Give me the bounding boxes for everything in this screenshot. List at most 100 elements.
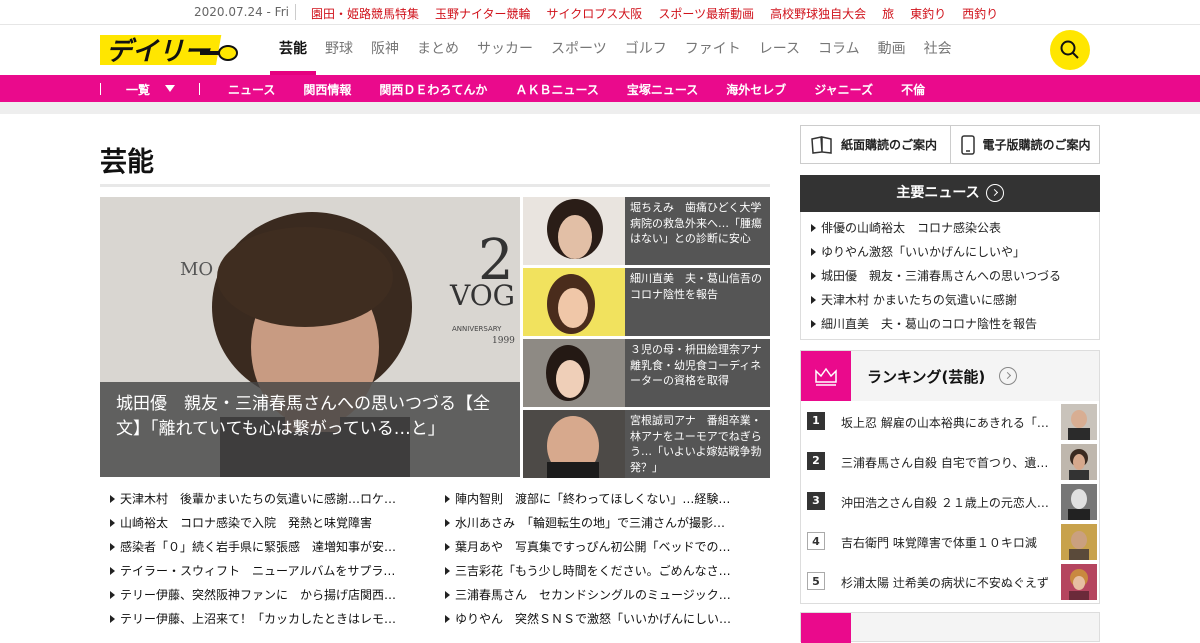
- ranking-header[interactable]: ランキング(芸能): [801, 351, 1099, 401]
- list-item[interactable]: 城田優 親友・三浦春馬さんへの思いつづる: [811, 264, 1099, 288]
- nav-item-sports[interactable]: スポーツ: [542, 25, 616, 75]
- list-item[interactable]: ゆりやん激怒「いいかげんにしいや」: [811, 240, 1099, 264]
- top-link[interactable]: サイクロプス大阪: [547, 5, 643, 22]
- rank-title: 坂上忍 解雇の山本裕典にあきれる「…: [841, 416, 1049, 430]
- subnav-link[interactable]: ＡＫＢニュース: [515, 81, 598, 98]
- hero-article[interactable]: 2 MO VOG ANNIVERSARY 1999 城田優 親友・三浦春馬さんへ…: [100, 197, 520, 477]
- list-item[interactable]: ゆりやん 突然ＳＮＳで激怒「いいかげんにしい…: [445, 607, 760, 631]
- rank-thumbnail: [1061, 444, 1097, 480]
- subnav-link[interactable]: ジャニーズ: [814, 81, 873, 98]
- article-thumbnail: [523, 410, 625, 478]
- nav-item-fight[interactable]: ファイト: [676, 25, 750, 75]
- main-nav: 芸能 野球 阪神 まとめ サッカー スポーツ ゴルフ ファイト レース コラム …: [270, 25, 961, 75]
- article-thumbnail: [523, 268, 625, 336]
- top-utility-bar: 2020.07.24 - Fri 園田・姫路競馬特集 玉野ナイター競輪 サイクロ…: [0, 0, 1200, 25]
- svg-text:1999: 1999: [492, 336, 515, 346]
- side-article-card[interactable]: 宮根誠司アナ 番組卒業・林アナをユーモアでねぎらう…「いよいよ嫁姑戦争勃発？」: [523, 410, 770, 478]
- chevron-right-icon[interactable]: [999, 367, 1017, 385]
- list-item[interactable]: 細川直美 夫・葛山のコロナ陰性を報告: [811, 312, 1099, 336]
- top-link[interactable]: 旅: [882, 5, 894, 22]
- list-item[interactable]: テイラー・スウィフト ニューアルバムをサプラ…: [110, 559, 420, 583]
- subnav-link[interactable]: 不倫: [901, 81, 925, 98]
- nav-item-matome[interactable]: まとめ: [408, 25, 468, 75]
- ranking-item[interactable]: 2 三浦春馬さん自殺 自宅で首つり、遺…: [806, 444, 1098, 480]
- list-item[interactable]: 水川あさみ 「輪廻転生の地」で三浦さんが撮影…: [445, 511, 760, 535]
- nav-item-society[interactable]: 社会: [915, 25, 961, 75]
- major-news-header[interactable]: 主要ニュース: [800, 175, 1100, 212]
- list-item[interactable]: 葉月あや 写真集ですっぴん初公開「ベッドでの…: [445, 535, 760, 559]
- list-item[interactable]: 天津木村 かまいたちの気遣いに感謝: [811, 288, 1099, 312]
- top-link[interactable]: 玉野ナイター競輪: [435, 5, 531, 22]
- top-link[interactable]: 園田・姫路競馬特集: [311, 5, 419, 22]
- rank-number: 3: [807, 492, 825, 510]
- top-link[interactable]: 東釣り: [910, 5, 946, 22]
- ranking-item[interactable]: 1 坂上忍 解雇の山本裕典にあきれる「…: [806, 404, 1098, 440]
- list-dropdown[interactable]: 一覧: [126, 81, 150, 98]
- side-article-card[interactable]: 堀ちえみ 歯痛ひどく大学病院の救急外来へ…「腫瘍はない」との診断に安心: [523, 197, 770, 265]
- article-thumbnail: [523, 339, 625, 407]
- nav-item-video[interactable]: 動画: [869, 25, 915, 75]
- list-item[interactable]: 山崎裕太 コロナ感染で入院 発熱と味覚障害: [110, 511, 420, 535]
- top-link[interactable]: 高校野球独自大会: [770, 5, 866, 22]
- divider: [100, 83, 101, 95]
- page-title: 芸能: [100, 147, 154, 178]
- date-label: 2020.07.24 - Fri: [194, 5, 289, 19]
- list-item[interactable]: 天津木村 後輩かまいたちの気遣いに感謝…ロケ…: [110, 487, 420, 511]
- paper-subscribe-button[interactable]: 紙面購読のご案内: [801, 126, 951, 163]
- svg-text:ANNIVERSARY: ANNIVERSARY: [452, 325, 502, 333]
- rank-title: 沖田浩之さん自殺 ２１歳上の元恋人…: [841, 496, 1049, 510]
- nav-item-soccer[interactable]: サッカー: [468, 25, 542, 75]
- rank-number: 2: [807, 452, 825, 470]
- top-link[interactable]: スポーツ最新動画: [658, 5, 754, 22]
- chevron-down-icon[interactable]: [165, 85, 175, 92]
- nav-item-column[interactable]: コラム: [809, 25, 869, 75]
- hero-caption[interactable]: 城田優 親友・三浦春馬さんへの思いつづる【全文】「離れていても心は繋がっている……: [100, 382, 520, 477]
- logo-text: デイリー: [106, 37, 211, 67]
- rank-number: 1: [807, 412, 825, 430]
- ranking-item[interactable]: 4 吉右衛門 味覚障害で体重１０キロ減: [806, 524, 1098, 560]
- subnav-link[interactable]: 宝塚ニュース: [627, 81, 698, 98]
- site-header: デイリー 芸能 野球 阪神 まとめ サッカー スポーツ ゴルフ ファイト レース…: [0, 25, 1200, 75]
- subnav-link[interactable]: 関西情報: [303, 81, 351, 98]
- rank-thumbnail: [1061, 484, 1097, 520]
- ranking-item[interactable]: 3 沖田浩之さん自殺 ２１歳上の元恋人…: [806, 484, 1098, 520]
- nav-item-golf[interactable]: ゴルフ: [616, 25, 676, 75]
- ranking-item[interactable]: 5 杉浦太陽 辻希美の病状に不安ぬぐえず: [806, 564, 1098, 600]
- svg-text:VOG: VOG: [449, 279, 515, 312]
- nav-item-hanshin[interactable]: 阪神: [362, 25, 408, 75]
- next-panel-header: [800, 612, 1100, 643]
- nav-item-baseball[interactable]: 野球: [316, 25, 362, 75]
- side-article-title: 細川直美 夫・葛山信吾のコロナ陰性を報告: [630, 272, 762, 301]
- list-item[interactable]: テリー伊藤、突然阪神ファンに から揚げ店関西…: [110, 583, 420, 607]
- digital-subscribe-button[interactable]: 電子版購読のご案内: [951, 126, 1100, 163]
- ranking-panel: ランキング(芸能) 1 坂上忍 解雇の山本裕典にあきれる「… 2 三浦春馬さん自…: [800, 350, 1100, 604]
- smartphone-icon: [960, 134, 975, 155]
- list-item[interactable]: 感染者「０」続く岩手県に緊張感 達増知事が安…: [110, 535, 420, 559]
- major-news-list: 俳優の山崎裕太 コロナ感染公表 ゆりやん激怒「いいかげんにしいや」 城田優 親友…: [800, 212, 1100, 340]
- nav-item-race[interactable]: レース: [750, 25, 809, 75]
- search-button[interactable]: [1050, 30, 1090, 70]
- subnav-link[interactable]: 関西ＤＥわろてんか: [379, 81, 487, 98]
- subnav-link[interactable]: 海外セレブ: [726, 81, 786, 98]
- nav-item-entertainment[interactable]: 芸能: [270, 25, 316, 75]
- list-item[interactable]: 俳優の山崎裕太 コロナ感染公表: [811, 216, 1099, 240]
- subnav-link[interactable]: ニュース: [228, 81, 275, 98]
- side-article-card[interactable]: ３児の母・枡田絵理奈アナ 離乳食・幼児食コーディネーターの資格を取得: [523, 339, 770, 407]
- article-thumbnail: [523, 197, 625, 265]
- list-item[interactable]: 陣内智則 渡部に「終わってほしくない」…経験…: [445, 487, 760, 511]
- rank-number: 5: [807, 572, 825, 590]
- side-article-card[interactable]: 細川直美 夫・葛山信吾のコロナ陰性を報告: [523, 268, 770, 336]
- subscribe-panel: 紙面購読のご案内 電子版購読のご案内: [800, 125, 1100, 164]
- top-link[interactable]: 西釣り: [962, 5, 998, 22]
- list-item[interactable]: 三吉彩花「もう少し時間をください。ごめんなさ…: [445, 559, 760, 583]
- divider: [295, 4, 296, 20]
- rank-title: 三浦春馬さん自殺 自宅で首つり、遺…: [841, 456, 1049, 470]
- site-logo[interactable]: デイリー: [94, 31, 240, 69]
- chevron-right-icon: [985, 184, 1004, 202]
- rank-title: 吉右衛門 味覚障害で体重１０キロ減: [841, 536, 1037, 550]
- article-list-right: 陣内智則 渡部に「終わってほしくない」…経験… 水川あさみ 「輪廻転生の地」で三…: [445, 487, 760, 631]
- list-item[interactable]: 三浦春馬さん セカンドシングルのミュージック…: [445, 583, 760, 607]
- search-icon: [1060, 40, 1079, 59]
- paper-subscribe-label: 紙面購読のご案内: [841, 138, 938, 152]
- list-item[interactable]: テリー伊藤、上沼来て！「カッカしたときはレモ…: [110, 607, 420, 631]
